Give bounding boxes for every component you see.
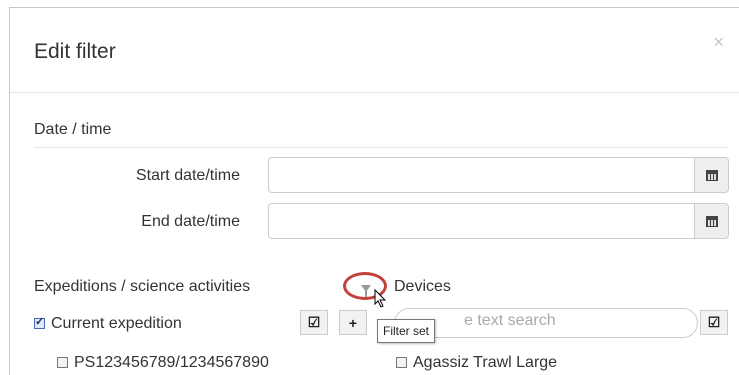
current-expedition-option[interactable]: Current expedition	[34, 315, 182, 333]
dialog-title: Edit filter	[34, 40, 116, 63]
expedition-list-item[interactable]: PS123456789/1234567890	[57, 354, 269, 372]
start-date-calendar-button[interactable]	[694, 157, 729, 193]
device-list-item[interactable]: Agassiz Trawl Large	[396, 354, 557, 372]
select-all-devices-button[interactable]: ☑	[700, 310, 728, 335]
dialog-header: Edit filter ×	[10, 8, 739, 93]
expeditions-title: Expeditions / science activities	[34, 278, 251, 295]
section-divider	[34, 147, 729, 148]
devices-title: Devices	[394, 278, 451, 295]
filter-tooltip: Filter set	[377, 319, 436, 343]
end-date-input[interactable]	[268, 203, 695, 239]
current-expedition-checkbox[interactable]	[34, 315, 45, 329]
calendar-icon	[705, 215, 718, 227]
mouse-cursor-icon	[374, 289, 387, 308]
device-search-placeholder: e text search	[464, 312, 556, 329]
end-date-calendar-button[interactable]	[694, 203, 729, 239]
device-item-checkbox[interactable]	[396, 357, 407, 368]
expedition-item-label: PS123456789/1234567890	[74, 354, 269, 371]
check-square-icon: ☑	[307, 314, 321, 330]
check-square-icon: ☑	[707, 314, 721, 330]
current-expedition-label: Current expedition	[51, 315, 182, 332]
end-date-label: End date/time	[141, 213, 240, 230]
filter-icon[interactable]	[361, 285, 371, 297]
start-date-label: Start date/time	[135, 167, 240, 184]
expedition-item-checkbox[interactable]	[57, 357, 68, 368]
device-item-label: Agassiz Trawl Large	[413, 354, 558, 371]
section-title-date-time: Date / time	[34, 121, 112, 138]
calendar-icon	[705, 169, 718, 181]
close-icon[interactable]: ×	[713, 32, 724, 53]
select-all-expeditions-button[interactable]: ☑	[300, 310, 328, 335]
add-expedition-button[interactable]: +	[339, 310, 367, 335]
edit-filter-dialog: Edit filter × Date / time Start date/tim…	[9, 7, 739, 375]
plus-icon: +	[348, 314, 358, 331]
start-date-input[interactable]	[268, 157, 695, 193]
